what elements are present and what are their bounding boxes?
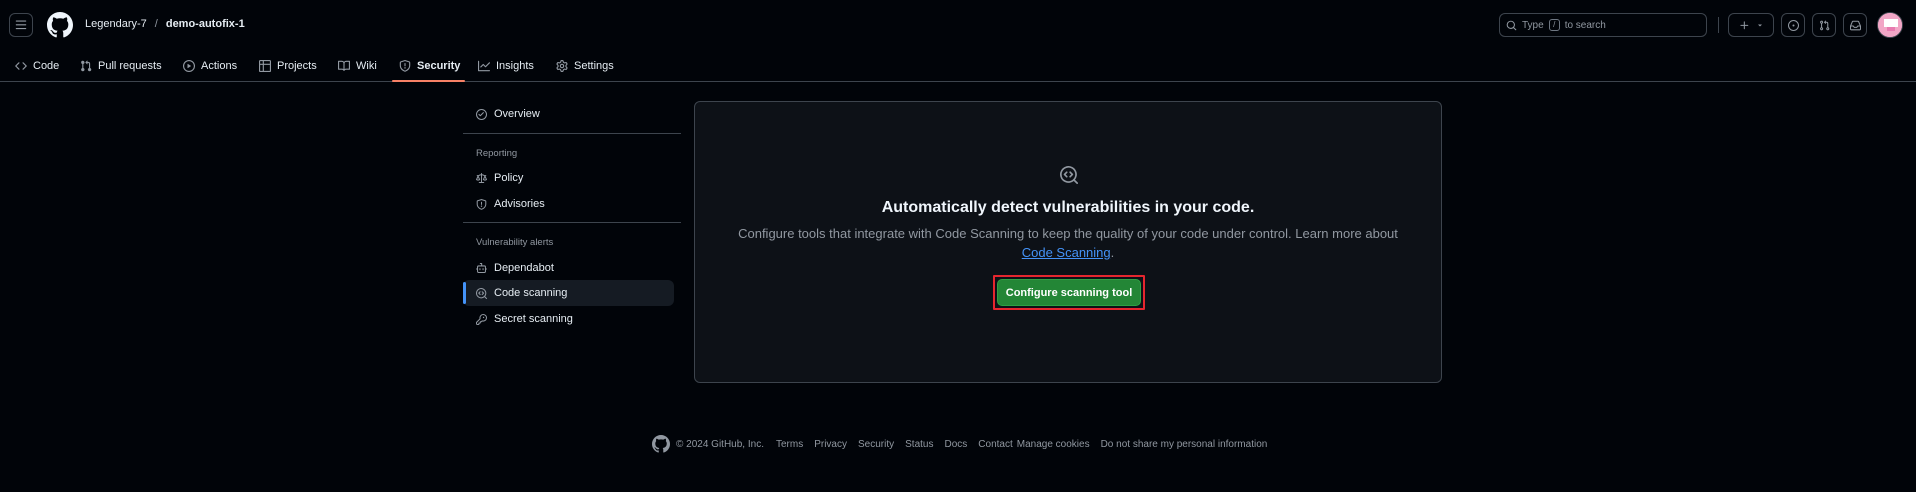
footer-link-status[interactable]: Status (905, 439, 933, 450)
repo-owner-link[interactable]: Legendary-7 (85, 18, 147, 30)
tab-label: Wiki (356, 60, 377, 72)
tab-label: Projects (277, 60, 317, 72)
check-circle-icon (476, 108, 487, 120)
footer-link-privacy[interactable]: Privacy (814, 439, 847, 450)
hamburger-icon (15, 20, 27, 30)
tab-label: Code (33, 60, 60, 72)
footer-link-do-not-share[interactable]: Do not share my personal information (1101, 439, 1268, 450)
git-pull-request-icon (81, 60, 92, 72)
triangle-down-icon (1757, 24, 1762, 27)
tab-label: Actions (201, 60, 238, 72)
footer-link-terms[interactable]: Terms (776, 439, 803, 450)
github-logo-icon[interactable] (652, 435, 670, 453)
sidebar-item-secret-scanning[interactable]: Secret scanning (463, 306, 674, 332)
global-header: Legendary-7 / demo-autofix-1 Type / to s… (0, 0, 1916, 50)
search-suffix: to search (1564, 19, 1606, 31)
inbox-icon (1849, 20, 1861, 30)
issues-button[interactable] (1781, 13, 1805, 37)
tab-wiki[interactable]: Wiki (338, 50, 377, 82)
gear-icon (556, 60, 568, 72)
search-prefix: Type (1522, 19, 1544, 31)
avatar[interactable] (1877, 12, 1903, 38)
footer-link-contact[interactable]: Contact (978, 439, 1012, 450)
sidebar-heading-vulnerability-alerts: Vulnerability alerts (476, 237, 554, 248)
active-tab-indicator (392, 80, 465, 82)
sidebar-divider (463, 222, 681, 223)
dependabot-icon (476, 262, 487, 273)
sidebar-item-label: Advisories (494, 198, 545, 210)
description-period: . (1110, 245, 1115, 260)
tab-pull-requests[interactable]: Pull requests (80, 50, 162, 82)
shield-icon (399, 60, 411, 72)
pull-requests-button[interactable] (1812, 13, 1836, 37)
tab-actions[interactable]: Actions (183, 50, 237, 82)
graph-icon (478, 60, 490, 72)
sidebar-heading-reporting: Reporting (476, 148, 518, 159)
tab-settings[interactable]: Settings (556, 50, 614, 82)
sidebar-item-code-scanning[interactable]: Code scanning (463, 280, 674, 306)
blankslate-title: Automatically detect vulnerabilities in … (881, 199, 1255, 216)
law-icon (476, 172, 487, 183)
book-icon (338, 60, 350, 71)
tab-label: Security (417, 60, 461, 72)
shield-icon (476, 198, 487, 210)
footer-link-docs[interactable]: Docs (944, 439, 967, 450)
codescan-icon (476, 287, 487, 299)
create-new-button[interactable] (1728, 13, 1774, 37)
code-icon (15, 62, 27, 70)
codescan-icon (1060, 166, 1078, 184)
header-divider (1718, 17, 1719, 33)
git-pull-request-icon (1819, 19, 1829, 30)
tab-insights[interactable]: Insights (478, 50, 534, 82)
tab-code[interactable]: Code (15, 50, 59, 82)
avatar-image (1878, 13, 1902, 37)
description-text: Configure tools that integrate with Code… (738, 226, 1398, 241)
tab-projects[interactable]: Projects (259, 50, 317, 82)
tab-security[interactable]: Security (399, 50, 460, 82)
tab-label: Insights (496, 60, 534, 72)
repo-nav: Code Pull requests Actions Projects Wiki… (0, 50, 1916, 82)
tab-label: Settings (574, 60, 614, 72)
code-scanning-blankslate: Automatically detect vulnerabilities in … (694, 101, 1442, 383)
footer-link-security[interactable]: Security (858, 439, 894, 450)
breadcrumb-separator: / (154, 18, 158, 30)
inbox-button[interactable] (1843, 13, 1867, 37)
key-icon (476, 313, 487, 325)
github-logo-icon[interactable] (47, 12, 73, 38)
sidebar-item-dependabot[interactable]: Dependabot (463, 255, 674, 281)
sidebar-item-label: Policy (494, 172, 524, 184)
configure-scanning-tool-button[interactable]: Configure scanning tool (997, 279, 1141, 306)
sidebar-item-advisories[interactable]: Advisories (463, 191, 674, 217)
blankslate-description: Configure tools that integrate with Code… (725, 224, 1411, 262)
code-scanning-docs-link[interactable]: Code Scanning (1022, 245, 1111, 260)
sidebar-divider (463, 133, 681, 134)
tab-label: Pull requests (98, 60, 162, 72)
sidebar-active-indicator (463, 282, 466, 304)
hamburger-menu-button[interactable] (9, 13, 33, 37)
table-icon (259, 60, 271, 72)
footer: © 2024 GitHub, Inc. Terms Privacy Securi… (652, 434, 1267, 454)
sidebar-item-label: Dependabot (494, 262, 554, 274)
footer-copyright: © 2024 GitHub, Inc. (676, 438, 764, 450)
sidebar-item-label: Secret scanning (494, 313, 573, 325)
repo-name-link[interactable]: demo-autofix-1 (166, 18, 245, 30)
plus-icon (1739, 20, 1748, 29)
sidebar-item-overview[interactable]: Overview (463, 101, 674, 127)
sidebar-item-policy[interactable]: Policy (463, 165, 674, 191)
search-shortcut-key: / (1548, 19, 1560, 31)
issue-opened-icon (1787, 19, 1799, 31)
sidebar-item-label: Code scanning (494, 287, 568, 299)
search-icon (1506, 20, 1517, 30)
footer-link-manage-cookies[interactable]: Manage cookies (1017, 439, 1090, 450)
play-icon (183, 60, 195, 72)
breadcrumb: Legendary-7 / demo-autofix-1 (85, 18, 245, 30)
search-input[interactable]: Type / to search (1499, 13, 1707, 37)
sidebar-item-label: Overview (494, 108, 540, 120)
